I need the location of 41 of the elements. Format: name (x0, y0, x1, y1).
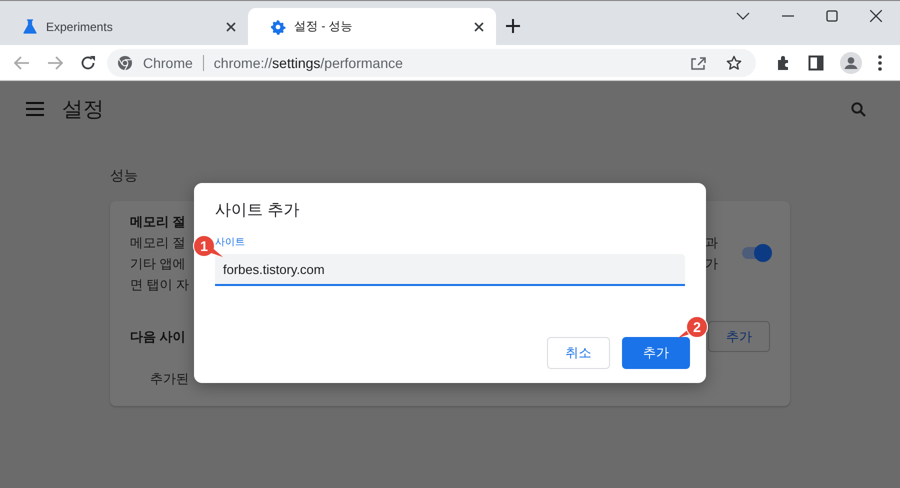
browser-tab[interactable]: Experiments (0, 8, 248, 45)
site-input-field[interactable]: forbes.tistory.com (215, 254, 685, 286)
toggle-switch[interactable] (742, 247, 770, 259)
search-icon[interactable] (851, 102, 866, 116)
plus-icon[interactable] (506, 19, 520, 33)
share-icon[interactable] (690, 54, 706, 70)
more-menu-icon[interactable] (878, 54, 882, 70)
dialog-title: 사이트 추가 (215, 201, 300, 221)
close-icon[interactable] (226, 22, 236, 32)
url-text: chrome://settings/performance (214, 54, 403, 70)
side-panel-icon[interactable] (808, 54, 824, 70)
field-label: 사이트 (215, 236, 246, 249)
tab-title: Experiments (46, 20, 114, 34)
setting-text: 기타 앱에 (130, 255, 187, 273)
flask-icon (22, 18, 38, 34)
reload-icon[interactable] (80, 54, 96, 70)
setting-text: 가 (705, 255, 718, 273)
star-icon[interactable] (726, 54, 742, 70)
setting-text: 메모리 절 (130, 234, 187, 252)
maximize-icon[interactable] (826, 10, 838, 22)
setting-label: 다음 사이 (130, 328, 186, 346)
close-icon[interactable] (474, 22, 484, 32)
tab-title: 설정 - 성능 (294, 18, 354, 35)
minimize-icon[interactable] (782, 15, 794, 17)
add-button[interactable]: 추가 (622, 337, 690, 369)
setting-text: 메모리 절 (130, 213, 187, 231)
setting-text: 면 탭이 자 (130, 276, 190, 294)
close-icon[interactable] (870, 10, 882, 22)
setting-text: 과 (705, 234, 718, 252)
gear-icon (270, 18, 286, 34)
chrome-logo-icon (117, 54, 133, 70)
address-bar[interactable]: Chrome chrome://settings/performance (107, 48, 756, 76)
page-title: 설정 (62, 97, 104, 123)
browser-tab[interactable]: 설정 - 성능 (248, 8, 496, 45)
chevron-down-icon[interactable] (736, 12, 750, 20)
setting-text: 추가된 (150, 370, 190, 388)
menu-icon[interactable] (26, 102, 44, 116)
section-title: 성능 (110, 167, 139, 185)
cancel-button[interactable]: 취소 (547, 337, 610, 369)
profile-avatar-icon[interactable] (840, 52, 862, 74)
site-label: Chrome (143, 54, 193, 70)
